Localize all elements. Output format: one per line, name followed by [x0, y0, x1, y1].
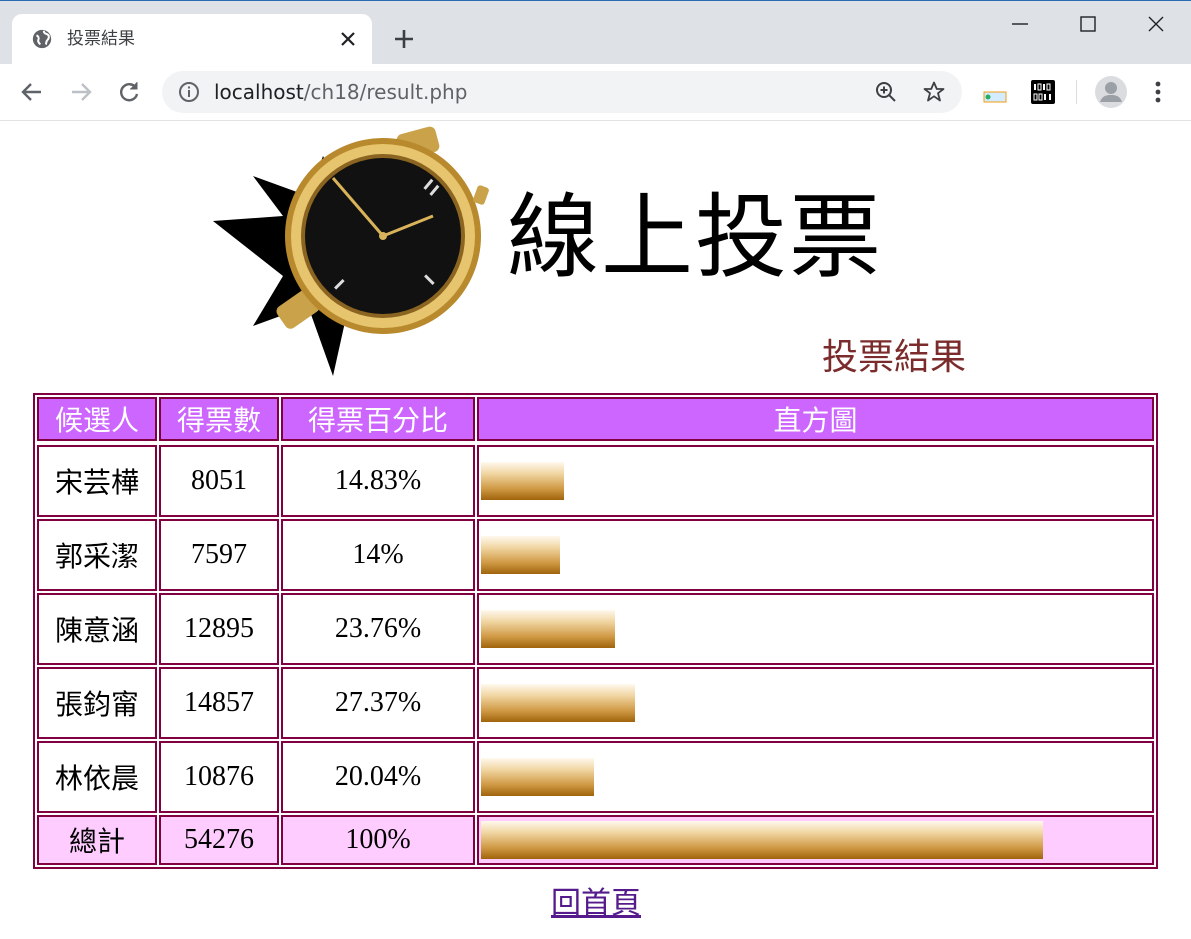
- histogram-bar: [481, 610, 615, 648]
- close-window-icon[interactable]: [1142, 10, 1170, 38]
- vote-count: 7597: [159, 519, 279, 591]
- browser-titlebar: 投票結果: [0, 0, 1191, 64]
- vote-percent: 27.37%: [281, 667, 475, 739]
- total-histogram-cell: [477, 815, 1154, 865]
- header-votes: 得票數: [159, 397, 279, 441]
- reload-icon[interactable]: [115, 78, 143, 106]
- browser-toolbar: localhost/ch18/result.php: [0, 64, 1191, 121]
- binary-digits-icon: [1033, 83, 1051, 101]
- profile-avatar-icon[interactable]: [1094, 75, 1128, 109]
- total-votes: 54276: [159, 815, 279, 865]
- url-host: localhost: [214, 80, 304, 104]
- binary-extension-icon[interactable]: [1031, 80, 1055, 104]
- address-bar[interactable]: localhost/ch18/result.php: [162, 71, 962, 113]
- window-top-border: [0, 0, 1191, 1]
- histogram-cell: [477, 519, 1154, 591]
- header-percent: 得票百分比: [281, 397, 475, 441]
- candidate-name: 張鈞甯: [37, 667, 157, 739]
- minimize-icon[interactable]: [1006, 10, 1034, 38]
- header-histogram: 直方圖: [477, 397, 1154, 441]
- info-icon[interactable]: [178, 81, 200, 103]
- histogram-bar: [481, 758, 594, 796]
- watch-logo-image: [213, 126, 489, 376]
- histogram-cell: [477, 741, 1154, 813]
- total-percent: 100%: [281, 815, 475, 865]
- back-arrow-icon[interactable]: [18, 78, 46, 106]
- histogram-bar: [481, 462, 564, 500]
- vote-count: 12895: [159, 593, 279, 665]
- vote-percent: 23.76%: [281, 593, 475, 665]
- total-label: 總計: [37, 815, 157, 865]
- new-tab-icon[interactable]: [392, 27, 416, 51]
- histogram-cell: [477, 667, 1154, 739]
- home-link[interactable]: 回首頁: [551, 886, 641, 922]
- vote-count: 10876: [159, 741, 279, 813]
- zoom-in-icon[interactable]: [874, 80, 898, 104]
- toolbar-separator: [1076, 80, 1077, 104]
- candidate-name: 陳意涵: [37, 593, 157, 665]
- vote-percent: 14%: [281, 519, 475, 591]
- candidate-name: 郭采潔: [37, 519, 157, 591]
- more-menu-icon[interactable]: [1146, 78, 1170, 106]
- candidate-name: 林依晨: [37, 741, 157, 813]
- maximize-icon[interactable]: [1074, 10, 1102, 38]
- histogram-cell: [477, 593, 1154, 665]
- vote-count: 8051: [159, 445, 279, 517]
- header-candidate: 候選人: [37, 397, 157, 441]
- vote-percent: 20.04%: [281, 741, 475, 813]
- vote-results-table: 候選人 得票數 得票百分比 直方圖 宋芸樺 8051 14.83% 郭采潔 75…: [33, 393, 1158, 869]
- tab-title: 投票結果: [67, 29, 135, 49]
- histogram-bar: [481, 536, 560, 574]
- histogram-bar: [481, 684, 635, 722]
- close-tab-icon[interactable]: [338, 29, 358, 49]
- total-histogram-bar: [481, 821, 1043, 859]
- bookmark-star-icon[interactable]: [922, 80, 946, 104]
- banner-subtitle: 投票結果: [822, 337, 967, 378]
- banner-title: 線上投票: [507, 184, 884, 291]
- candidate-name: 宋芸樺: [37, 445, 157, 517]
- forward-arrow-icon[interactable]: [67, 78, 95, 106]
- browser-tab[interactable]: 投票結果: [12, 14, 372, 64]
- globe-icon: [32, 29, 52, 49]
- vote-percent: 14.83%: [281, 445, 475, 517]
- smart-pki-extension-icon[interactable]: [982, 80, 1008, 104]
- url-text[interactable]: localhost/ch18/result.php: [214, 80, 467, 104]
- histogram-cell: [477, 445, 1154, 517]
- url-path: /ch18/result.php: [303, 80, 468, 104]
- vote-count: 14857: [159, 667, 279, 739]
